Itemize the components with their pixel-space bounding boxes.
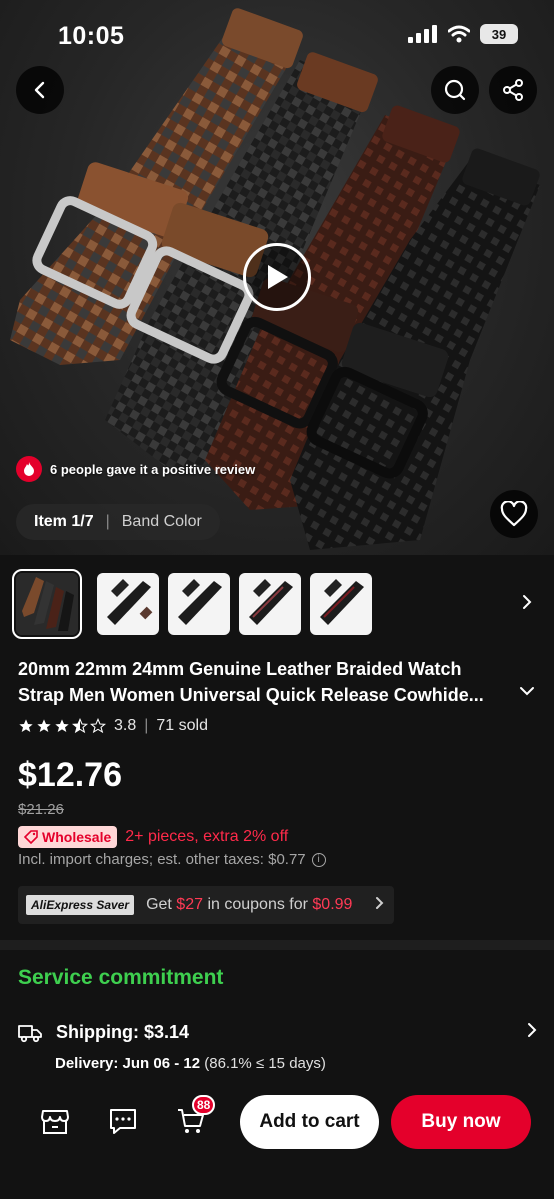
positive-review-note: 6 people gave it a positive review	[16, 455, 255, 483]
search-button[interactable]	[431, 66, 479, 114]
thumbnail-4[interactable]	[239, 573, 301, 635]
battery-icon: 39	[480, 24, 518, 44]
thumbnail-3[interactable]	[168, 573, 230, 635]
separator: |	[105, 513, 110, 530]
separator: |	[144, 717, 149, 734]
chevron-down-icon	[520, 687, 534, 696]
cart-count-badge: 88	[192, 1095, 216, 1115]
shipping-row[interactable]: Shipping: $3.14	[18, 1022, 538, 1043]
star-empty-icon	[90, 718, 106, 734]
service-commitment-title: Service commitment	[18, 966, 224, 989]
image-index-pill[interactable]: Item 1/7 | Band Color	[16, 504, 220, 540]
variant-thumbnails	[0, 555, 554, 655]
wholesale-text: 2+ pieces, extra 2% off	[125, 828, 289, 845]
item-index: Item 1/7	[34, 513, 94, 530]
expand-title-button[interactable]	[518, 684, 536, 702]
rating-row[interactable]: 3.8 | 71 sold	[18, 717, 208, 735]
share-icon	[503, 79, 523, 101]
chat-icon	[110, 1109, 136, 1134]
rating-value: 3.8	[114, 717, 137, 734]
tax-text: Incl. import charges; est. other taxes: …	[18, 851, 306, 868]
wholesale-badge: Wholesale	[18, 826, 118, 848]
play-video-button[interactable]	[243, 243, 311, 311]
delivery-info: Delivery: Jun 06 - 12 (86.1% ≤ 15 days)	[55, 1055, 326, 1072]
truck-icon	[18, 1024, 42, 1042]
chevron-left-icon	[34, 81, 45, 99]
heart-icon	[500, 501, 528, 527]
wholesale-offer: Wholesale 2+ pieces, extra 2% off	[18, 826, 288, 848]
product-title-line2: Strap Men Women Universal Quick Release …	[18, 685, 484, 705]
chevron-right-icon	[374, 896, 384, 915]
search-icon	[444, 79, 466, 101]
section-divider	[0, 940, 554, 950]
shipping-price: Shipping: $3.14	[56, 1022, 190, 1042]
thumbnail-1[interactable]	[12, 569, 82, 639]
delivery-detail: (86.1% ≤ 15 days)	[200, 1055, 326, 1072]
saver-coupon-amount: $27	[176, 896, 203, 913]
current-price: $12.76	[18, 756, 122, 794]
signal-icon	[408, 25, 437, 43]
status-time: 10:05	[58, 22, 125, 50]
star-full-icon	[55, 719, 69, 732]
tax-info[interactable]: Incl. import charges; est. other taxes: …	[18, 851, 326, 868]
share-button[interactable]	[489, 66, 537, 114]
wifi-icon	[448, 25, 470, 43]
tag-icon	[24, 830, 38, 844]
product-title-line1: 20mm 22mm 24mm Genuine Leather Braided W…	[18, 659, 462, 679]
product-image-gallery[interactable]: 10:05 39 6 people gave it a positive rev…	[0, 0, 554, 555]
review-text: 6 people gave it a positive review	[50, 461, 256, 477]
thumbnail-2[interactable]	[97, 573, 159, 635]
aliexpress-saver-banner[interactable]: AliExpress Saver Get $27 in coupons for …	[18, 886, 394, 924]
rating-stars	[18, 718, 106, 734]
status-icons: 39	[408, 24, 518, 44]
store-button[interactable]	[40, 1106, 70, 1141]
chevron-right-icon	[526, 1022, 538, 1043]
add-to-cart-button[interactable]: Add to cart	[240, 1095, 379, 1149]
status-bar: 10:05 39	[0, 0, 554, 70]
saver-text: Get $27 in coupons for $0.99	[146, 896, 352, 914]
flame-icon	[16, 456, 42, 482]
thumbnails-next-button[interactable]	[520, 593, 534, 616]
bottom-action-bar: 88 Add to cart Buy now	[0, 1080, 554, 1199]
buy-now-button[interactable]: Buy now	[391, 1095, 531, 1149]
saver-price: $0.99	[312, 896, 353, 913]
back-button[interactable]	[16, 66, 64, 114]
thumbnail-5[interactable]	[310, 573, 372, 635]
info-icon[interactable]: i	[311, 852, 326, 867]
wholesale-badge-label: Wholesale	[42, 829, 112, 845]
saver-logo: AliExpress Saver	[26, 895, 135, 915]
sold-count: 71 sold	[156, 717, 208, 734]
original-price: $21.26	[18, 801, 64, 818]
star-full-icon	[19, 719, 33, 732]
chat-button[interactable]	[108, 1106, 138, 1141]
item-label: Band Color	[121, 513, 202, 530]
delivery-label: Delivery: Jun 06 - 12	[55, 1055, 201, 1072]
play-icon	[268, 265, 288, 289]
saver-text-mid: in coupons for	[203, 896, 313, 913]
chevron-right-icon	[523, 595, 532, 609]
star-full-icon	[37, 719, 51, 732]
store-icon	[41, 1110, 69, 1134]
star-half-icon	[72, 718, 88, 734]
saver-text-prefix: Get	[146, 896, 177, 913]
product-title[interactable]: 20mm 22mm 24mm Genuine Leather Braided W…	[18, 656, 510, 708]
wishlist-button[interactable]	[490, 490, 538, 538]
